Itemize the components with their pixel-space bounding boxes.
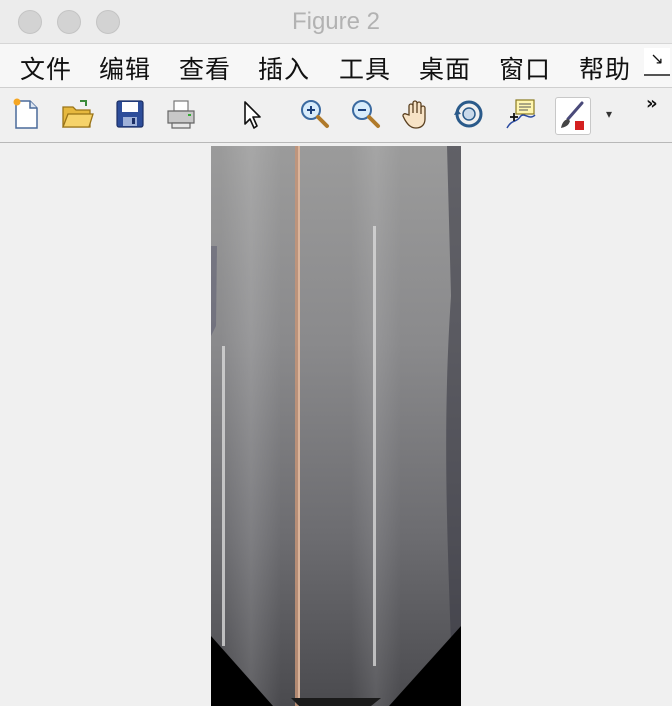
brush-icon [561,101,584,130]
pan-button[interactable] [400,97,434,131]
rotate-3d-icon [454,100,483,128]
road-image [211,146,461,706]
toolbar-overflow-icon[interactable]: » [646,93,657,114]
figure-image[interactable] [211,146,461,706]
print-button[interactable] [164,97,198,131]
pointer-icon [244,101,261,129]
menu-desktop[interactable]: 桌面 [419,50,471,86]
zoom-in-icon [301,100,329,128]
save-button[interactable] [113,97,147,131]
brush-icon-wrap [556,99,590,133]
menu-tools[interactable]: 工具 [339,50,391,86]
zoom-out-button[interactable] [348,97,382,131]
data-cursor-icon [506,99,536,129]
zoom-out-icon [352,100,380,128]
menu-insert[interactable]: 插入 [258,50,310,86]
menu-file[interactable]: 文件 [20,50,72,86]
menu-overflow-icon[interactable]: ↘ [644,48,670,76]
data-cursor-button[interactable] [504,97,538,131]
pointer-button[interactable] [234,97,268,131]
open-button[interactable] [60,97,94,131]
open-folder-icon [62,100,94,128]
window-title: Figure 2 [291,8,381,35]
menu-bar: 文件 编辑 查看 插入 工具 桌面 窗口 帮助 [0,44,672,88]
brush-dropdown-icon[interactable]: ▾ [606,107,612,121]
new-figure-icon [13,98,38,129]
menu-window[interactable]: 窗口 [499,50,551,86]
menu-view[interactable]: 查看 [179,50,231,86]
rotate-3d-button[interactable] [452,97,486,131]
save-icon [116,100,144,128]
pan-hand-icon [402,100,426,129]
menu-help[interactable]: 帮助 [579,50,631,86]
print-icon [167,100,195,129]
new-figure-button[interactable] [9,97,43,131]
zoom-in-button[interactable] [297,97,331,131]
title-bar: Figure 2 [0,0,672,44]
menu-edit[interactable]: 编辑 [99,50,151,86]
